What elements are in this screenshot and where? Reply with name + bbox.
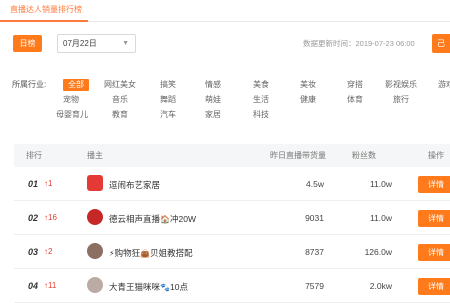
avatar: [87, 277, 103, 293]
avatar: [87, 209, 103, 225]
detail-button[interactable]: 详情: [418, 176, 450, 193]
industry-item[interactable]: 宠物: [63, 94, 79, 106]
industry-label: 所属行业:: [12, 80, 47, 89]
industry-item[interactable]: 美妆: [300, 79, 316, 91]
industry-item[interactable]: 音乐: [112, 94, 128, 106]
industry-item[interactable]: 舞蹈: [160, 94, 176, 106]
sales-value: 8737: [305, 247, 324, 257]
industry-item[interactable]: 穿搭: [347, 79, 363, 91]
header-fans: 粉丝数: [352, 151, 376, 160]
industry-item[interactable]: 教育: [112, 109, 128, 121]
rank-number: 03: [28, 247, 39, 257]
industry-item[interactable]: 旅行: [393, 94, 409, 106]
rank-trend: ↑11: [44, 281, 57, 290]
fans-value: 126.0w: [364, 247, 392, 257]
industry-item[interactable]: 情感: [205, 79, 221, 91]
streamer-name-text: 德云相声直播: [109, 214, 161, 224]
fans-value: 11.0w: [369, 213, 392, 223]
chevron-down-icon: ▼: [122, 40, 129, 47]
streamer-name-suffix: 贝姐教搭配: [150, 248, 193, 258]
streamer-name-text: 大青王猫咪咪: [109, 282, 161, 292]
table-header: 排行 播主 昨日直播带货量 粉丝数 操作: [14, 144, 450, 167]
tab-sales-ranking[interactable]: 直播达人销量排行榜: [0, 0, 88, 22]
industry-item[interactable]: 汽车: [160, 109, 176, 121]
update-time-text: 数据更新时间：2019-07-23 06:00: [303, 39, 415, 48]
streamer-name-suffix: 10点: [169, 282, 188, 292]
fans-value: 11.0w: [369, 179, 392, 189]
industry-item[interactable]: 科技: [253, 109, 269, 121]
detail-button[interactable]: 详情: [418, 278, 450, 295]
tab-bar: 直播达人销量排行榜: [0, 0, 450, 22]
rank-number: 02: [28, 213, 39, 223]
streamer-name-text: 购物狂: [114, 248, 141, 258]
industry-item[interactable]: 健康: [300, 94, 316, 106]
detail-button[interactable]: 详情: [418, 210, 450, 227]
date-value: 07月22日: [63, 39, 97, 48]
streamer-name[interactable]: 大青王猫咪咪🐾10点: [109, 281, 188, 293]
industry-item[interactable]: 网红美女: [104, 79, 136, 91]
sales-value: 4.5w: [306, 179, 324, 189]
industry-item[interactable]: 搞笑: [160, 79, 176, 91]
table-row: 04 ↑11 大青王猫咪咪🐾10点 7579 2.0kw 详情: [14, 269, 450, 303]
industry-item[interactable]: 游戏: [438, 79, 450, 91]
rank-trend: ↑2: [44, 247, 53, 256]
bag-icon: 👜: [140, 249, 151, 258]
paw-icon: 🐾: [160, 283, 170, 292]
rank-trend: ↑16: [44, 213, 57, 222]
header-rank: 排行: [26, 151, 42, 160]
rank-number: 01: [28, 179, 39, 189]
table-row: 02 ↑16 德云相声直播🏠冲20W 9031 11.0w 详情: [14, 201, 450, 235]
header-streamer: 播主: [87, 151, 103, 160]
rank-trend: ↑1: [44, 179, 53, 188]
filter-row: 日榜 07月22日 ▼ 数据更新时间：2019-07-23 06:00 己: [0, 32, 450, 54]
table-row: 01 ↑1 逗闹布艺家居 4.5w 11.0w 详情: [14, 167, 450, 201]
table-row: 03 ↑2 ⚡购物狂👜贝姐教搭配 8737 126.0w 详情: [14, 235, 450, 269]
date-type-button[interactable]: 日榜: [13, 35, 42, 52]
detail-button[interactable]: 详情: [418, 244, 450, 261]
avatar: [87, 243, 103, 259]
industry-item[interactable]: 家居: [205, 109, 221, 121]
industry-item[interactable]: 母婴育儿: [56, 109, 88, 121]
streamer-name[interactable]: 德云相声直播🏠冲20W: [109, 213, 196, 225]
header-action: 操作: [428, 151, 444, 160]
industry-item[interactable]: 体育: [347, 94, 363, 106]
industry-item[interactable]: 萌娃: [205, 94, 221, 106]
industry-item[interactable]: 生活: [253, 94, 269, 106]
industry-item[interactable]: 影视娱乐: [385, 79, 417, 91]
header-sales: 昨日直播带货量: [270, 151, 326, 160]
avatar: [87, 175, 103, 191]
rank-number: 04: [28, 281, 39, 291]
industry-item[interactable]: 美食: [253, 79, 269, 91]
date-picker[interactable]: 07月22日 ▼: [57, 34, 136, 53]
streamer-name-suffix: 冲20W: [169, 214, 196, 224]
house-icon: 🏠: [160, 215, 170, 224]
industry-item-all[interactable]: 全部: [63, 79, 89, 91]
streamer-name[interactable]: 逗闹布艺家居: [109, 179, 160, 191]
industry-filter: 所属行业: 全部 网红美女 搞笑 情感 美食 美妆 穿搭 影视娱乐 游戏 宠物 …: [0, 76, 450, 126]
streamer-name[interactable]: ⚡购物狂👜贝姐教搭配: [109, 247, 193, 259]
sales-value: 7579: [305, 281, 324, 291]
fans-value: 2.0kw: [369, 281, 392, 291]
export-button[interactable]: 己: [432, 34, 450, 53]
sales-value: 9031: [305, 213, 324, 223]
